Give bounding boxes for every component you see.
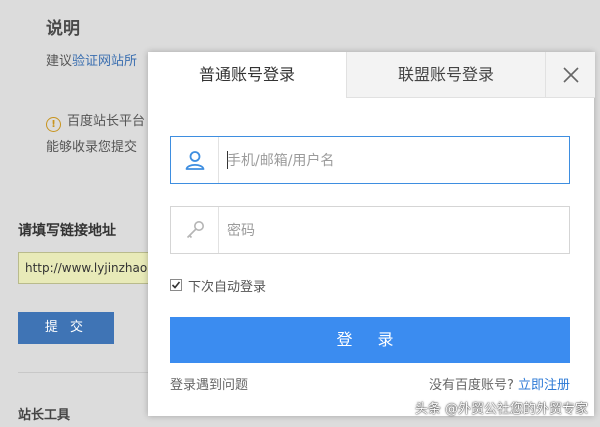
note-line-3: 能够收录您提交 [46,140,138,155]
login-modal: 普通账号登录 联盟账号登录 手机/邮箱/用户名 下次自动登录 登 录 登录遇到问… [148,52,595,416]
site-tools-heading: 站长工具 [18,408,71,423]
key-icon [186,221,204,239]
submit-button[interactable]: 提 交 [18,312,114,344]
check-icon [171,281,181,289]
user-icon-wrap [171,137,219,183]
divider [18,372,148,373]
tab-union-account-login[interactable]: 联盟账号登录 [346,52,545,98]
verify-site-link[interactable]: 验证网站所 [72,54,137,69]
link-address-label: 请填写链接地址 [18,223,116,239]
register-link[interactable]: 立即注册 [518,378,570,393]
warning-text: 百度站长平台 [67,114,146,129]
note-line: 建议验证网站所 [46,50,137,69]
close-button[interactable] [545,52,595,98]
url-input[interactable]: http://www.lyjinzhao [18,252,168,284]
password-field[interactable] [170,206,570,255]
note-title: 说明 [46,19,80,39]
username-input[interactable] [225,137,559,185]
watermark: 头条 @外贸公社您的外贸专家 [414,402,588,417]
tab-normal-account-login[interactable]: 普通账号登录 [148,52,346,98]
remember-label: 下次自动登录 [188,279,267,295]
login-help-link[interactable]: 登录遇到问题 [170,374,248,393]
user-icon [185,151,204,170]
no-account-text: 没有百度账号? [428,378,514,393]
username-field[interactable] [170,136,570,185]
warning-icon: ! [46,117,61,132]
warning-line: ! 百度站长平台 [46,110,145,132]
close-icon [562,66,579,83]
note-line-prefix: 建议 [46,54,73,69]
password-input[interactable] [225,207,559,255]
key-icon-wrap [171,207,219,253]
register-area: 没有百度账号? 立即注册 [429,374,570,393]
login-tabs: 普通账号登录 联盟账号登录 [148,52,595,98]
remember-checkbox[interactable] [170,279,182,291]
login-button[interactable]: 登 录 [170,317,570,363]
remember-me[interactable]: 下次自动登录 [170,276,267,295]
